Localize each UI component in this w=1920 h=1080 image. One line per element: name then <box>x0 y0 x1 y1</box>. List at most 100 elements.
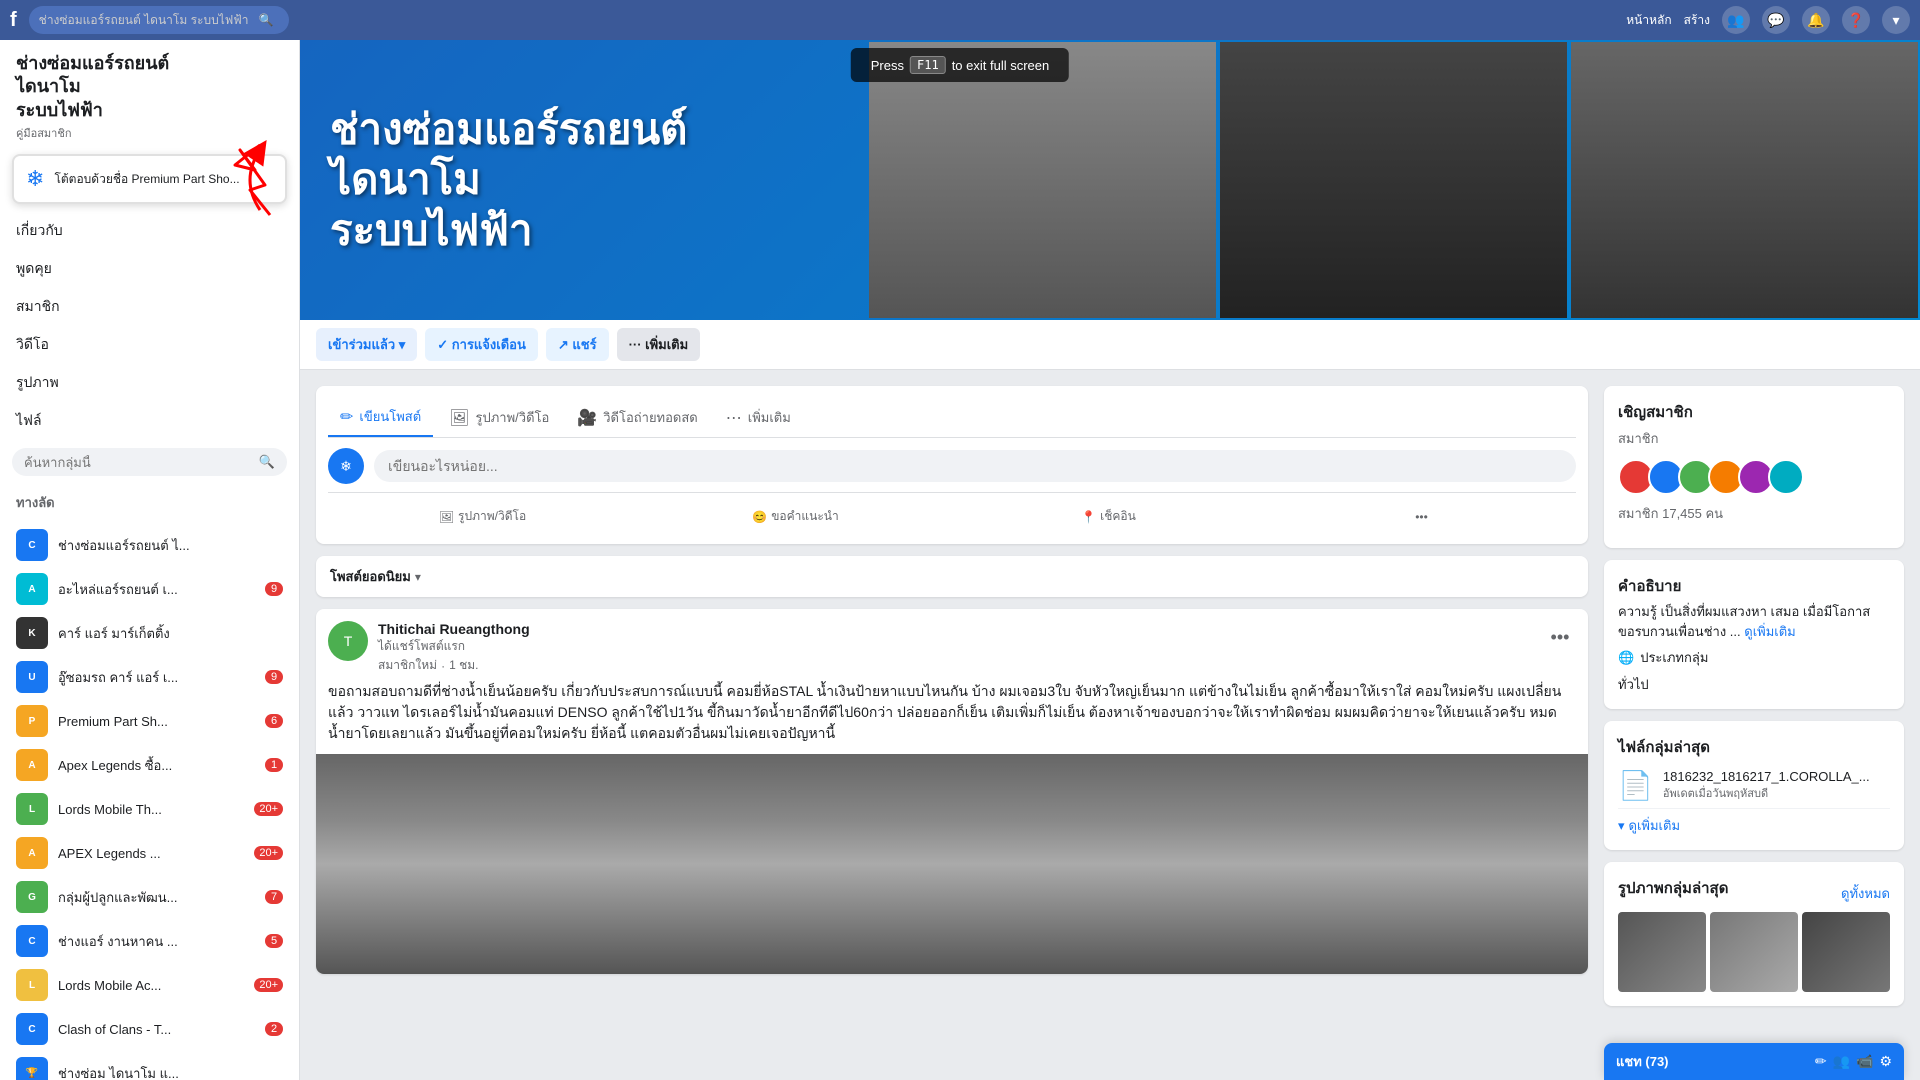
chat-group-icon[interactable]: 👥 <box>1833 1053 1850 1070</box>
write-tab-photo[interactable]: 🖼 รูปภาพ/วิดีโอ <box>437 398 561 437</box>
description-more-link[interactable]: ดูเพิ่มเติม <box>1744 624 1795 639</box>
group-avatar: U <box>16 661 48 693</box>
list-item[interactable]: A APEX Legends ... 20+ <box>0 831 299 875</box>
sidebar-members[interactable]: สมาชิก <box>0 288 299 326</box>
post-meta: Thitichai Rueangthong ได้แชร์โพสต์แรก สม… <box>378 621 1534 675</box>
tooltip-popup[interactable]: ❄ โต้ตอบด้วยชื่อ Premium Part Sho... <box>12 154 287 204</box>
group-avatar: A <box>16 749 48 781</box>
chevron-down-icon: ▾ <box>1618 818 1625 834</box>
post-avatar: T <box>328 621 368 661</box>
list-item[interactable]: L Lords Mobile Ac... 20+ <box>0 963 299 1007</box>
more-button[interactable]: ··· เพิ่มเติม <box>617 328 701 361</box>
list-item[interactable]: L Lords Mobile Th... 20+ <box>0 787 299 831</box>
press-label: Press <box>871 58 904 73</box>
chat-edit-icon[interactable]: ✏ <box>1815 1053 1827 1070</box>
sidebar-about[interactable]: เกี่ยวกับ <box>0 212 299 250</box>
chat-header[interactable]: แชท (73) ✏ 👥 📹 ⚙ <box>1604 1043 1904 1080</box>
group-avatar: C <box>16 925 48 957</box>
see-more-files[interactable]: ▾ ดูเพิ่มเติม <box>1618 815 1890 836</box>
nav-home[interactable]: หน้าหลัก <box>1626 11 1671 30</box>
joined-button[interactable]: เข้าร่วมแล้ว ▾ <box>316 328 417 361</box>
sort-bar[interactable]: โพสต์ยอดนิยม ▾ <box>316 556 1588 597</box>
globe-icon: 🌐 <box>1618 650 1634 666</box>
list-item[interactable]: A Apex Legends ซื้อ... 1 <box>0 743 299 787</box>
list-item[interactable]: 🏆 ช่างซ่อม ไดนาโม แ... <box>0 1051 299 1080</box>
main-layout: ช่างซ่อมแอร์รถยนต์ ไดนาโม ระบบไฟฟ้า คู่ม… <box>0 40 1920 1080</box>
write-tab-more[interactable]: ⋯ เพิ่มเติม <box>714 398 803 437</box>
post-time-row: สมาชิกใหม่ · 1 ชม. <box>378 656 1534 675</box>
member-avatar-6 <box>1768 459 1804 495</box>
description-text: ความรู้ เป็นสิ่งที่ผมแสวงหา เสมอ เมื่อมี… <box>1618 602 1890 641</box>
recommend-label: ขอคำแนะนำ <box>771 507 839 526</box>
write-photo-btn[interactable]: 🖼 รูปภาพ/วิดีโอ <box>328 501 637 532</box>
search-icon: 🔍 <box>259 13 274 27</box>
post-card: T Thitichai Rueangthong ได้แชร์โพสต์แรก … <box>316 609 1588 974</box>
photos-card: รูปภาพกลุ่มล่าสุด ดูทั้งหมด <box>1604 862 1904 1006</box>
list-item[interactable]: P Premium Part Sh... 6 <box>0 699 299 743</box>
notification-button[interactable]: ✓ การแจ้งเดือน <box>425 328 538 361</box>
group-item-name: Apex Legends ซื้อ... <box>58 755 255 776</box>
see-all-photos-link[interactable]: ดูทั้งหมด <box>1841 883 1890 904</box>
write-recommend-btn[interactable]: 😊 ขอคำแนะนำ <box>641 501 950 532</box>
list-item[interactable]: G กลุ่มผู้ปลูกและพัฒน... 7 <box>0 875 299 919</box>
list-item[interactable]: A อะไหล่แอร์รถยนต์ เ... 9 <box>0 567 299 611</box>
sidebar-videos[interactable]: วิดีโอ <box>0 326 299 364</box>
list-item[interactable]: K คาร์ แอร์ มาร์เก็ตติ้ง <box>0 611 299 655</box>
group-item-name: Clash of Clans - T... <box>58 1022 255 1037</box>
list-item[interactable]: U อู๊ซอมรถ คาร์ แอร์ เ... 9 <box>0 655 299 699</box>
write-checkin-btn[interactable]: 📍 เช็คอิน <box>954 501 1263 532</box>
write-ellipsis-btn[interactable]: ••• <box>1267 501 1576 532</box>
sidebar-files[interactable]: ไฟล์ <box>0 402 299 440</box>
search-bar[interactable]: 🔍 <box>29 6 289 34</box>
nav-friends-icon[interactable]: 👥 <box>1722 6 1750 34</box>
see-more-files-label: ดูเพิ่มเติม <box>1629 815 1680 836</box>
write-tab-live[interactable]: 🎥 วิดีโอถ่ายทอดสด <box>565 398 709 437</box>
list-item[interactable]: C ช่างซ่อมแอร์รถยนต์ ไ... <box>0 523 299 567</box>
post-more-button[interactable]: ••• <box>1544 621 1576 653</box>
facebook-logo[interactable]: f <box>10 9 17 32</box>
nav-create[interactable]: สร้าง <box>1684 11 1710 30</box>
shortcuts-title: ทางลัด <box>16 492 283 513</box>
group-list: C ช่างซ่อมแอร์รถยนต์ ไ... A อะไหล่แอร์รถ… <box>0 523 299 1080</box>
right-sidebar: เชิญสมาชิก สมาชิก สมาชิก 17,455 คน คำอธิ… <box>1604 386 1904 1064</box>
chat-icons: ✏ 👥 📹 ⚙ <box>1815 1053 1892 1070</box>
chat-settings-icon[interactable]: ⚙ <box>1879 1053 1892 1070</box>
chat-video-icon[interactable]: 📹 <box>1856 1053 1873 1070</box>
photos-title: รูปภาพกลุ่มล่าสุด <box>1618 876 1728 900</box>
group-avatar: L <box>16 969 48 1001</box>
group-item-name: กลุ่มผู้ปลูกและพัฒน... <box>58 887 255 908</box>
sort-label: โพสต์ยอดนิยม <box>330 566 411 587</box>
list-item[interactable]: C ช่างแอร์ งานหาคน ... 5 <box>0 919 299 963</box>
group-item-name: APEX Legends ... <box>58 846 244 861</box>
write-tab-post[interactable]: ✏ เขียนโพสต์ <box>328 398 433 437</box>
member-type-label: สมาชิก <box>1618 428 1890 449</box>
sidebar-chat[interactable]: พูดคุย <box>0 250 299 288</box>
sidebar-photos[interactable]: รูปภาพ <box>0 364 299 402</box>
group-item-name: ช่างแอร์ งานหาคน ... <box>58 931 255 952</box>
group-avatar: A <box>16 837 48 869</box>
group-search-bar[interactable]: 🔍 <box>12 448 287 476</box>
write-actions: 🖼 รูปภาพ/วิดีโอ 😊 ขอคำแนะนำ 📍 เช็คอิน ••… <box>328 492 1576 532</box>
nav-notifications-icon[interactable]: 🔔 <box>1802 6 1830 34</box>
file-item[interactable]: 📄 1816232_1816217_1.COROLLA_... อัพเดตเม… <box>1618 763 1890 809</box>
nav-more-icon[interactable]: ▾ <box>1882 6 1910 34</box>
photo-item-1[interactable] <box>1618 912 1706 992</box>
write-post-input[interactable] <box>374 450 1576 482</box>
feed-column: ✏ เขียนโพสต์ 🖼 รูปภาพ/วิดีโอ 🎥 วิดีโอถ่า… <box>316 386 1588 1064</box>
nav-messenger-icon[interactable]: 💬 <box>1762 6 1790 34</box>
list-item[interactable]: C Clash of Clans - T... 2 <box>0 1007 299 1051</box>
group-item-name: คาร์ แอร์ มาร์เก็ตติ้ง <box>58 623 283 644</box>
photo-action-label: รูปภาพ/วิดีโอ <box>458 507 526 526</box>
checkin-icon: 📍 <box>1081 510 1096 524</box>
banner-title-line3: ระบบไฟฟ้า <box>330 205 687 255</box>
search-input[interactable] <box>39 13 259 27</box>
banner-text: ช่างซ่อมแอร์รถยนต์ ไดนาโม ระบบไฟฟ้า <box>330 104 687 255</box>
share-button[interactable]: ↗ แชร์ <box>546 328 609 361</box>
group-type-value: ทั่วไป <box>1618 674 1649 695</box>
write-tab-photo-label: รูปภาพ/วิดีโอ <box>475 407 549 428</box>
photo-item-2[interactable] <box>1710 912 1798 992</box>
photo-item-3[interactable] <box>1802 912 1890 992</box>
group-type-label: ประเภทกลุ่ม <box>1640 647 1708 668</box>
group-search-input[interactable] <box>24 455 253 470</box>
nav-help-icon[interactable]: ❓ <box>1842 6 1870 34</box>
